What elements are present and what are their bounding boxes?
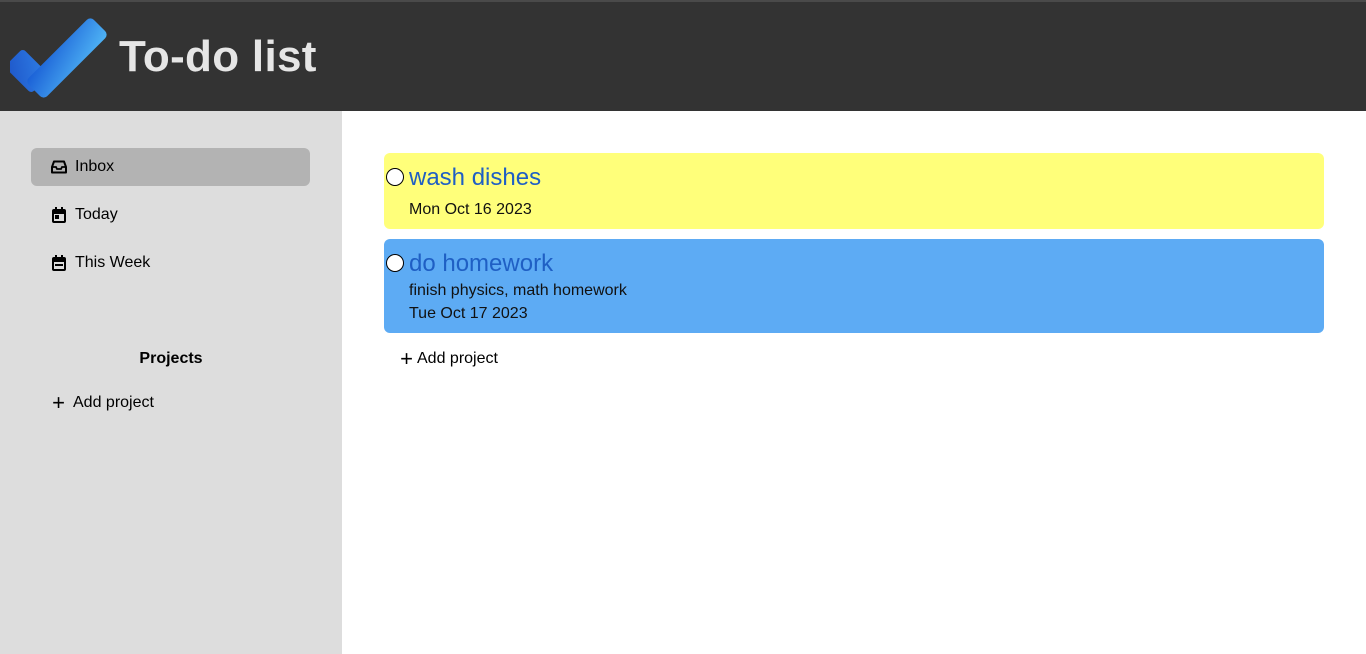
task-complete-checkbox[interactable]: [386, 168, 404, 186]
task-title: wash dishes: [409, 164, 542, 191]
sidebar-item-label: Inbox: [75, 158, 115, 175]
sidebar-item-inbox[interactable]: Inbox: [31, 148, 310, 186]
sidebar-item-label: This Week: [75, 254, 151, 271]
sidebar-item-today[interactable]: Today: [31, 196, 310, 234]
checkmark-logo-icon: [10, 18, 107, 98]
app-title: To-do list: [119, 32, 317, 81]
task-date: Mon Oct 16 2023: [409, 201, 532, 218]
calendar-week-icon: [51, 255, 67, 271]
inbox-icon: [51, 159, 67, 175]
calendar-day-icon: [51, 207, 67, 223]
sidebar-item-label: Today: [75, 206, 118, 223]
sidebar-add-project-button[interactable]: + Add project: [51, 390, 154, 415]
task-date: Tue Oct 17 2023: [409, 305, 528, 322]
main-content: wash dishes Mon Oct 16 2023 do homework …: [342, 111, 1366, 654]
sidebar: Inbox Today This Week Projects + Add pro…: [0, 111, 342, 654]
add-project-label: Add project: [73, 394, 154, 411]
task-card[interactable]: do homework finish physics, math homewor…: [384, 239, 1324, 333]
plus-icon: +: [52, 390, 65, 415]
projects-heading: Projects: [139, 350, 203, 367]
app-header: To-do list: [0, 0, 1366, 111]
task-complete-checkbox[interactable]: [386, 254, 404, 272]
task-title: do homework: [409, 250, 554, 277]
add-project-label: Add project: [417, 350, 498, 367]
task-description: finish physics, math homework: [409, 282, 627, 299]
sidebar-item-this-week[interactable]: This Week: [31, 244, 310, 282]
main-add-project-button[interactable]: + Add project: [399, 346, 498, 371]
plus-icon: +: [400, 346, 413, 371]
task-card[interactable]: wash dishes Mon Oct 16 2023: [384, 153, 1324, 229]
